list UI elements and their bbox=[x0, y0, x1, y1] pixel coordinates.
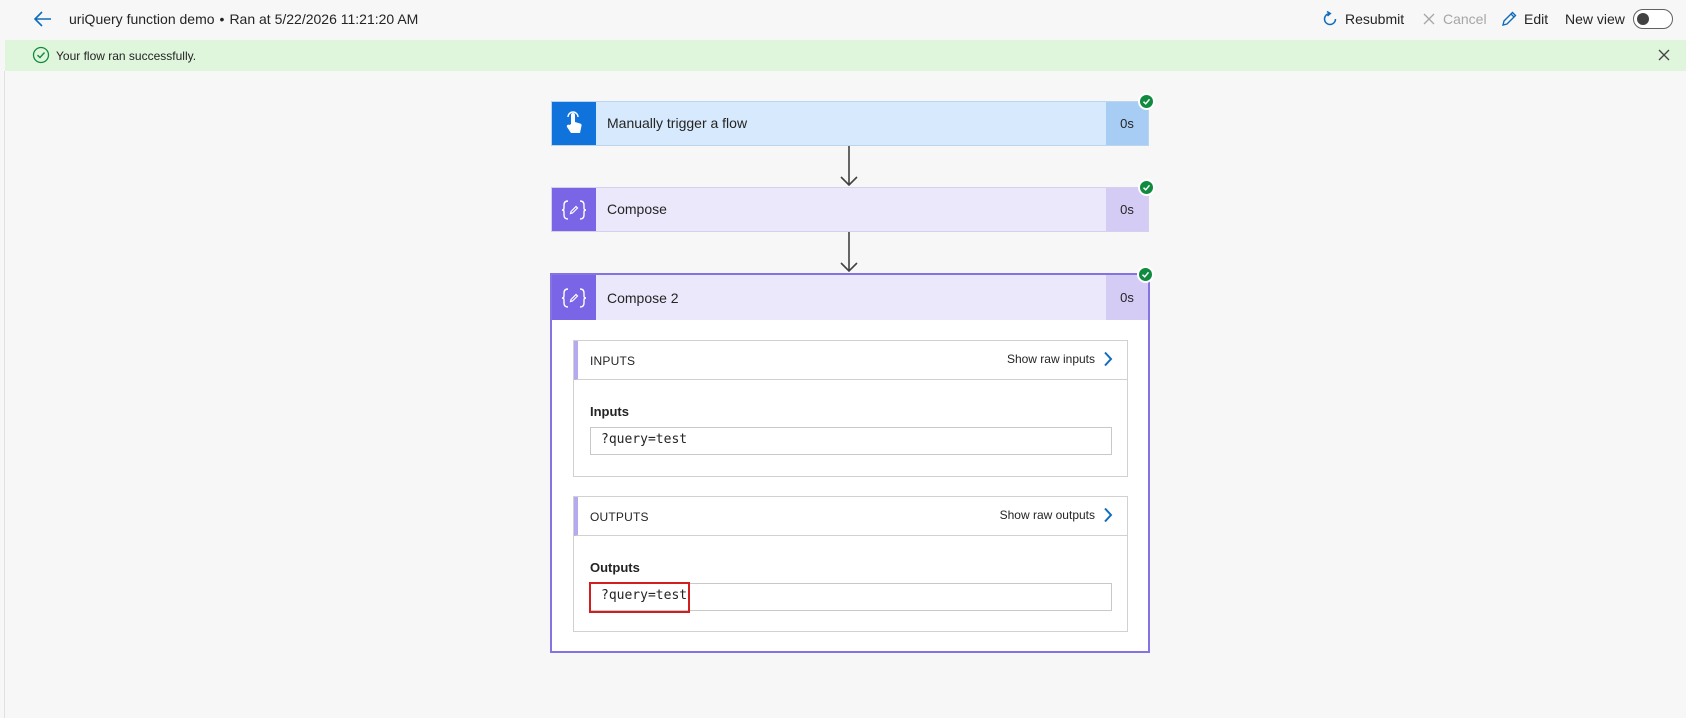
outputs-field-label: Outputs bbox=[590, 560, 640, 575]
success-check-icon bbox=[1137, 266, 1154, 283]
step-card-compose-2: Compose 2 0s INPUTS Show raw inputs Inpu… bbox=[550, 273, 1150, 653]
new-view-label: New view bbox=[1565, 11, 1625, 27]
chevron-right-icon bbox=[1104, 351, 1113, 367]
toggle-knob bbox=[1637, 13, 1649, 25]
inputs-section: INPUTS Show raw inputs Inputs ?query=tes… bbox=[573, 340, 1128, 477]
show-raw-outputs-link[interactable]: Show raw outputs bbox=[1000, 507, 1113, 523]
close-icon bbox=[1423, 13, 1435, 25]
run-info: Ran at 5/22/2026 11:21:20 AM bbox=[229, 11, 419, 27]
chevron-right-icon bbox=[1104, 507, 1113, 523]
left-divider bbox=[4, 71, 5, 718]
banner-message: Your flow ran successfully. bbox=[56, 49, 197, 63]
step-card-compose[interactable]: Compose 0s bbox=[551, 187, 1149, 232]
outputs-section-title: OUTPUTS bbox=[590, 510, 649, 524]
step-card-trigger[interactable]: Manually trigger a flow 0s bbox=[551, 101, 1149, 146]
outputs-section-header: OUTPUTS Show raw outputs bbox=[574, 497, 1127, 536]
pencil-icon bbox=[1502, 11, 1517, 26]
inputs-section-header: INPUTS Show raw inputs bbox=[574, 341, 1127, 380]
show-raw-outputs-label: Show raw outputs bbox=[999, 508, 1095, 522]
step-label: Manually trigger a flow bbox=[607, 115, 748, 131]
compose-icon bbox=[552, 275, 596, 320]
outputs-field-value: ?query=test bbox=[590, 583, 1112, 611]
touch-trigger-icon bbox=[552, 102, 596, 145]
new-view-toggle[interactable] bbox=[1633, 9, 1673, 29]
flow-name: uriQuery function demo bbox=[69, 11, 215, 27]
dismiss-icon[interactable] bbox=[1657, 48, 1671, 67]
inputs-section-title: INPUTS bbox=[590, 354, 636, 368]
step-label: Compose bbox=[607, 201, 667, 217]
show-raw-inputs-label: Show raw inputs bbox=[1006, 352, 1095, 366]
connector-arrow-icon bbox=[840, 232, 858, 273]
show-raw-inputs-link[interactable]: Show raw inputs bbox=[1007, 351, 1113, 367]
success-check-icon bbox=[1138, 93, 1155, 110]
compose-icon bbox=[552, 188, 596, 231]
edit-label: Edit bbox=[1524, 11, 1549, 27]
cancel-label: Cancel bbox=[1443, 11, 1487, 27]
step-header[interactable]: Compose 2 0s bbox=[552, 275, 1148, 320]
header-bar: uriQuery function demo • Ran at 5/22/2026 … bbox=[0, 0, 1686, 39]
title-separator: • bbox=[219, 11, 225, 27]
success-check-icon bbox=[1138, 179, 1155, 196]
outputs-section: OUTPUTS Show raw outputs Outputs ?query=… bbox=[573, 496, 1128, 632]
resubmit-label: Resubmit bbox=[1345, 11, 1405, 27]
step-label: Compose 2 bbox=[607, 290, 679, 306]
cancel-button[interactable]: Cancel bbox=[1421, 8, 1487, 30]
inputs-field-value: ?query=test bbox=[590, 427, 1112, 455]
page-title: uriQuery function demo • Ran at 5/22/2026 … bbox=[69, 11, 418, 27]
inputs-field-label: Inputs bbox=[590, 404, 629, 419]
success-check-icon bbox=[32, 46, 50, 69]
resubmit-button[interactable]: Resubmit bbox=[1321, 8, 1404, 30]
back-arrow-icon[interactable] bbox=[32, 8, 56, 30]
refresh-icon bbox=[1323, 10, 1337, 26]
edit-button[interactable]: Edit bbox=[1500, 8, 1548, 30]
connector-arrow-icon bbox=[840, 146, 858, 187]
success-banner: Your flow ran successfully. bbox=[5, 40, 1686, 71]
